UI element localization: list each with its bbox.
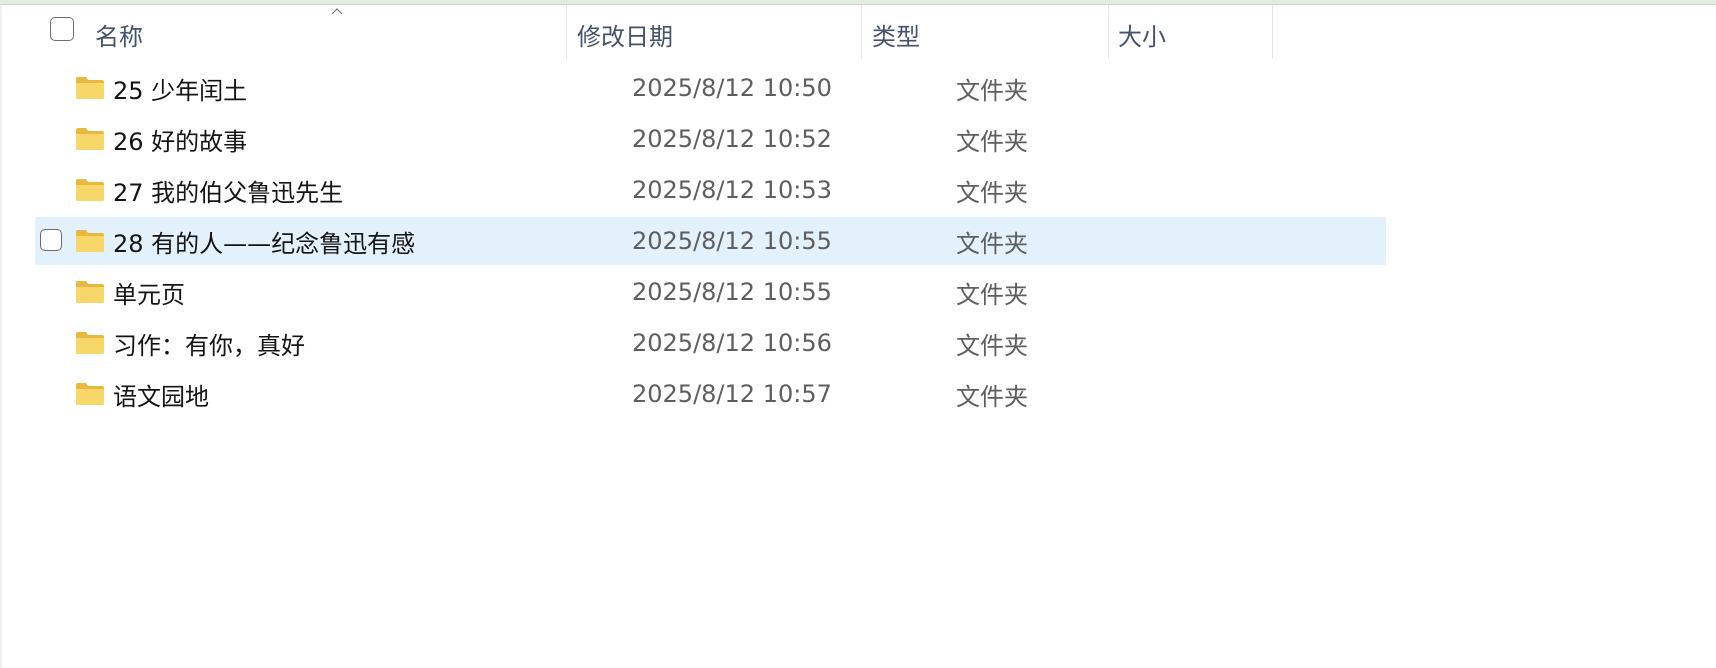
- list-item[interactable]: 习作：有你，真好 2025/8/12 10:56 文件夹: [35, 319, 1386, 367]
- select-all-checkbox[interactable]: [50, 17, 74, 41]
- file-name: 25 少年闰土: [113, 76, 248, 105]
- file-modified-date: 2025/8/12 10:53: [632, 176, 832, 204]
- column-header-modified-label: 修改日期: [577, 22, 673, 51]
- column-header-bar: 名称 修改日期 类型 大小: [0, 5, 1400, 63]
- file-modified-date: 2025/8/12 10:55: [632, 278, 832, 306]
- column-header-size-label: 大小: [1118, 22, 1166, 51]
- column-header-name[interactable]: 名称: [95, 5, 565, 63]
- list-item[interactable]: 单元页 2025/8/12 10:55 文件夹: [35, 268, 1386, 316]
- file-type: 文件夹: [956, 331, 1028, 360]
- file-modified-date: 2025/8/12 10:52: [632, 125, 832, 153]
- file-name: 28 有的人——纪念鲁迅有感: [113, 229, 416, 258]
- column-divider[interactable]: [566, 5, 567, 59]
- file-type: 文件夹: [956, 382, 1028, 411]
- column-header-name-label: 名称: [95, 22, 143, 51]
- folder-icon: [76, 383, 104, 405]
- list-item-hovered[interactable]: 28 有的人——纪念鲁迅有感 2025/8/12 10:55 文件夹: [35, 217, 1386, 265]
- file-name: 单元页: [113, 280, 185, 309]
- folder-icon: [76, 281, 104, 303]
- column-header-size[interactable]: 大小: [1118, 5, 1271, 63]
- list-item[interactable]: 25 少年闰土 2025/8/12 10:50 文件夹: [35, 64, 1386, 112]
- file-name: 语文园地: [113, 382, 209, 411]
- file-name: 习作：有你，真好: [113, 331, 305, 360]
- file-modified-date: 2025/8/12 10:50: [632, 74, 832, 102]
- file-type: 文件夹: [956, 178, 1028, 207]
- file-type: 文件夹: [956, 127, 1028, 156]
- column-header-type-label: 类型: [872, 22, 920, 51]
- folder-icon: [76, 179, 104, 201]
- folder-icon: [76, 230, 104, 252]
- file-name: 27 我的伯父鲁迅先生: [113, 178, 344, 207]
- window-left-edge: [0, 5, 2, 668]
- column-divider[interactable]: [1108, 5, 1109, 59]
- file-name: 26 好的故事: [113, 127, 248, 156]
- file-explorer-window: 名称 修改日期 类型 大小 25 少年闰土 2025/8/12 10:50 文件…: [0, 0, 1716, 668]
- column-header-type[interactable]: 类型: [872, 5, 1107, 63]
- file-type: 文件夹: [956, 229, 1028, 258]
- file-type: 文件夹: [956, 76, 1028, 105]
- file-type: 文件夹: [956, 280, 1028, 309]
- column-divider[interactable]: [1272, 5, 1273, 59]
- column-header-modified[interactable]: 修改日期: [577, 5, 860, 63]
- folder-icon: [76, 332, 104, 354]
- file-modified-date: 2025/8/12 10:55: [632, 227, 832, 255]
- folder-icon: [76, 128, 104, 150]
- list-item[interactable]: 语文园地 2025/8/12 10:57 文件夹: [35, 370, 1386, 418]
- file-modified-date: 2025/8/12 10:56: [632, 329, 832, 357]
- list-item[interactable]: 27 我的伯父鲁迅先生 2025/8/12 10:53 文件夹: [35, 166, 1386, 214]
- folder-icon: [76, 77, 104, 99]
- row-select-checkbox[interactable]: [40, 229, 62, 251]
- file-modified-date: 2025/8/12 10:57: [632, 380, 832, 408]
- column-divider[interactable]: [861, 5, 862, 59]
- list-item[interactable]: 26 好的故事 2025/8/12 10:52 文件夹: [35, 115, 1386, 163]
